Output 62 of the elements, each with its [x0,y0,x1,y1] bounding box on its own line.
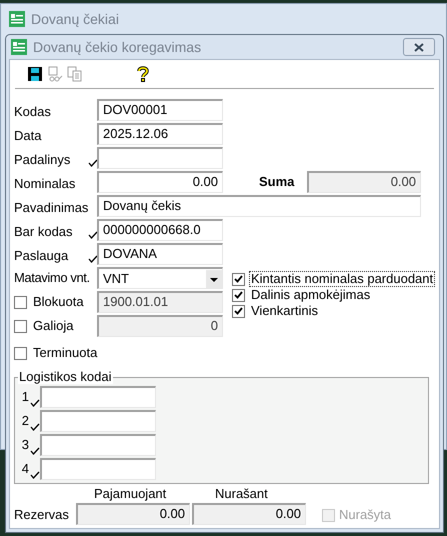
check-icon [30,423,40,431]
checkbox[interactable] [232,288,245,302]
checkbox-label: Dalinis apmokėjimas [250,287,372,303]
input-field[interactable]: DOVANA [97,243,223,265]
checkbox-label: Terminuota [33,345,98,361]
app-icon [9,11,25,27]
app-icon [11,39,27,55]
check-icon [88,159,98,167]
field-label: Paslauga [14,248,70,264]
field-label: Bar kodas [14,224,74,240]
window-title: Dovanų čekiai [31,10,119,29]
check-icon [88,231,98,239]
input-field[interactable]: DOV00001 [97,99,223,121]
column-header: Nurašant [215,486,268,501]
close-button[interactable] [403,38,435,56]
row-number: 3 [20,437,29,453]
input-field[interactable]: 000000000668.0 [97,219,223,241]
checkbox-label: Galioja [33,318,74,334]
checkbox[interactable] [14,346,27,360]
column-header: Pajamuojant [94,486,168,501]
suma-field: 0.00 [307,171,421,193]
field-label: Nominalas [14,176,76,192]
check-icon [88,255,98,263]
checkbox-label: Vienkartinis [250,303,319,319]
field-label: Pavadinimas [14,200,88,216]
suma-label: Suma [258,174,296,190]
input-field[interactable]: Dovanų čekis [97,195,421,217]
check-icon [30,399,40,407]
checkbox[interactable] [14,296,27,308]
checkbox[interactable] [232,304,245,318]
input-field: 0 [97,315,223,337]
checkbox-label: Kintantis nominalas parduodant [249,271,436,287]
input-field[interactable]: 0.00 [97,171,223,193]
input-field[interactable]: 2025.12.06 [97,123,223,145]
checkbox[interactable] [14,320,27,332]
input-field: 1900.01.01 [97,291,223,313]
input-field[interactable] [97,147,223,169]
check-icon [30,471,40,479]
group-title: Logistikos kodai [18,369,112,384]
input-field[interactable] [40,410,156,432]
close-icon [414,42,424,52]
field-label: Matavimo vnt. [14,270,91,286]
input-field[interactable] [40,386,156,408]
field-label: Data [14,128,42,144]
save-icon[interactable] [27,66,43,82]
dialog-title: Dovanų čekio koregavimas [33,38,202,57]
field-label: Rezervas [14,507,70,523]
field-label: Padalinys [14,152,72,168]
input-field[interactable] [40,458,156,480]
input-field: 0.00 [76,503,190,525]
row-number: 1 [20,389,29,405]
unit-dropdown[interactable]: VNT [97,267,223,289]
input-field: 0.00 [192,503,306,525]
input-field[interactable] [40,434,156,456]
check-icon [30,447,40,455]
checkbox-label: Blokuota [33,294,84,310]
field-label: Kodas [14,104,52,120]
checkbox-label: Nurašyta [339,507,392,523]
row-number: 4 [20,461,29,477]
help-icon[interactable] [135,66,151,82]
row-number: 2 [20,413,29,429]
checkbox[interactable] [232,272,245,286]
